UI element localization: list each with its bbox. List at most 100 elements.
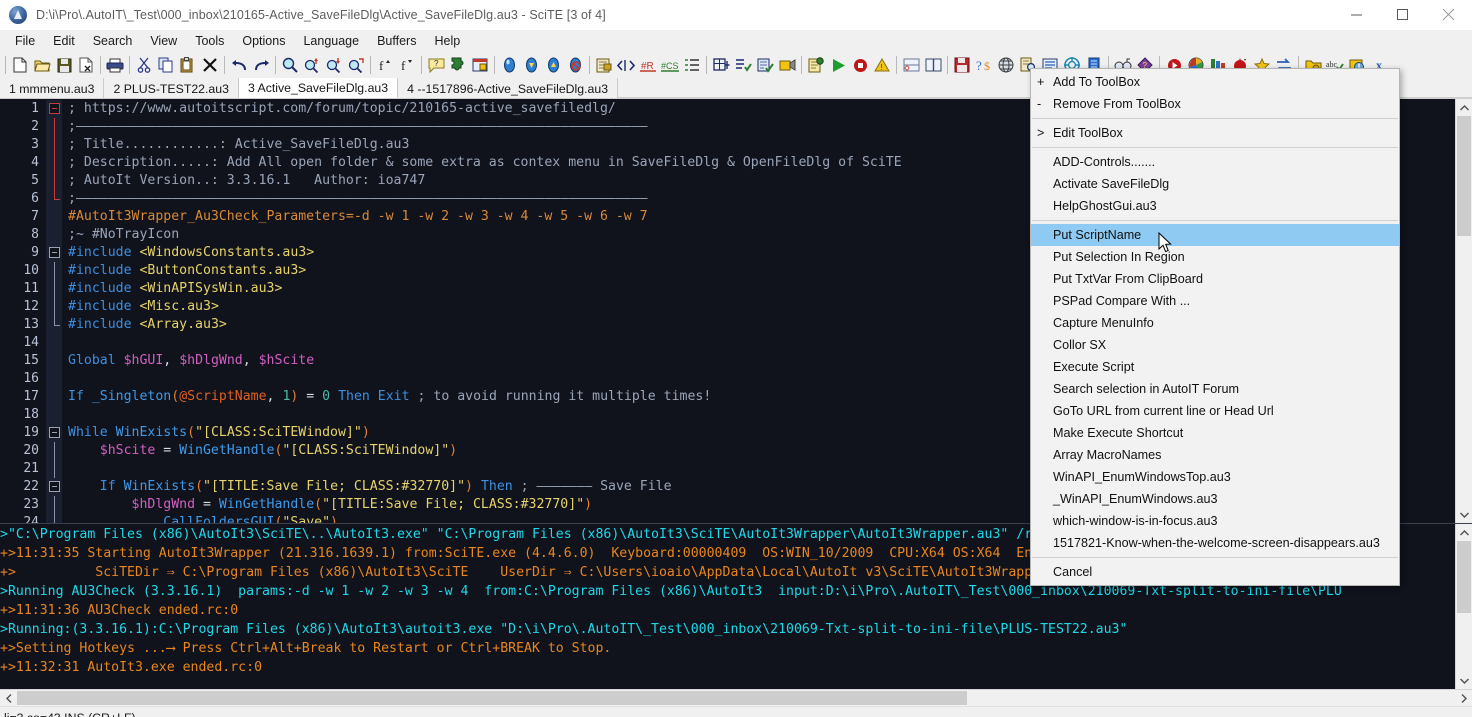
context-menu-item[interactable]: which-window-is-in-focus.au3 bbox=[1031, 510, 1399, 532]
find-prev-icon[interactable] bbox=[323, 54, 345, 76]
list-indent-icon[interactable] bbox=[681, 54, 703, 76]
func-down-icon[interactable]: f bbox=[396, 54, 418, 76]
context-menu-item[interactable]: PSPad Compare With ... bbox=[1031, 290, 1399, 312]
console-scroll-track[interactable] bbox=[1456, 541, 1472, 672]
context-menu-item[interactable]: +Add To ToolBox bbox=[1031, 71, 1399, 93]
au3-money-icon[interactable]: ?$ bbox=[973, 54, 995, 76]
menu-help[interactable]: Help bbox=[425, 32, 469, 50]
fold-margin[interactable] bbox=[46, 154, 62, 172]
fold-margin[interactable] bbox=[46, 334, 62, 352]
menu-tools[interactable]: Tools bbox=[186, 32, 233, 50]
scroll-up-arrow[interactable] bbox=[1456, 99, 1472, 116]
menu-edit[interactable]: Edit bbox=[44, 32, 84, 50]
check-list-icon[interactable] bbox=[754, 54, 776, 76]
fold-margin[interactable] bbox=[46, 190, 62, 208]
hscroll-track[interactable] bbox=[17, 690, 1455, 706]
menu-options[interactable]: Options bbox=[233, 32, 294, 50]
grid-insert-icon[interactable] bbox=[710, 54, 732, 76]
paint-tool-icon[interactable] bbox=[776, 54, 798, 76]
find-icon[interactable] bbox=[279, 54, 301, 76]
fold-margin[interactable] bbox=[46, 136, 62, 154]
fold-toggle-icon[interactable] bbox=[49, 103, 60, 114]
fold-margin[interactable] bbox=[46, 280, 62, 298]
save-close-icon[interactable] bbox=[75, 54, 97, 76]
console-vertical-scrollbar[interactable] bbox=[1455, 524, 1472, 689]
hscroll-thumb[interactable] bbox=[17, 691, 967, 705]
tab-buffer-3[interactable]: 3 Active_SaveFileDlg.au3 bbox=[239, 78, 398, 98]
context-menu-item[interactable]: HelpGhostGui.au3 bbox=[1031, 195, 1399, 217]
console-scroll-down-arrow[interactable] bbox=[1456, 672, 1472, 689]
fold-margin[interactable] bbox=[46, 406, 62, 424]
save-icon[interactable] bbox=[53, 54, 75, 76]
context-menu-item[interactable]: Search selection in AutoIT Forum bbox=[1031, 378, 1399, 400]
menu-search[interactable]: Search bbox=[84, 32, 142, 50]
replace-icon[interactable] bbox=[345, 54, 367, 76]
fold-margin[interactable] bbox=[46, 460, 62, 478]
context-menu-item[interactable]: _WinAPI_EnumWindows.au3 bbox=[1031, 488, 1399, 510]
globe-icon[interactable] bbox=[995, 54, 1017, 76]
context-menu-item[interactable]: Activate SaveFileDlg bbox=[1031, 173, 1399, 195]
tab-buffer-2[interactable]: 2 PLUS-TEST22.au3 bbox=[104, 78, 239, 98]
context-menu-item[interactable]: Cancel bbox=[1031, 561, 1399, 583]
fold-margin[interactable] bbox=[46, 244, 62, 262]
fold-margin[interactable] bbox=[46, 262, 62, 280]
editor-vertical-scrollbar[interactable] bbox=[1455, 99, 1472, 523]
fold-toggle-icon[interactable] bbox=[49, 427, 60, 438]
context-menu-item[interactable]: Collor SX bbox=[1031, 334, 1399, 356]
console-scroll-thumb[interactable] bbox=[1457, 541, 1471, 613]
menu-buffers[interactable]: Buffers bbox=[368, 32, 425, 50]
regex-cs-icon[interactable]: #CS bbox=[659, 54, 681, 76]
fold-margin[interactable] bbox=[46, 172, 62, 190]
context-menu-item[interactable]: WinAPI_EnumWindowsTop.au3 bbox=[1031, 466, 1399, 488]
menu-view[interactable]: View bbox=[141, 32, 186, 50]
fold-toggle-icon[interactable] bbox=[49, 247, 60, 258]
context-menu-item[interactable]: Put TxtVar From ClipBoard bbox=[1031, 268, 1399, 290]
blue-down-icon[interactable] bbox=[520, 54, 542, 76]
copy-icon[interactable] bbox=[155, 54, 177, 76]
fold-margin[interactable] bbox=[46, 388, 62, 406]
fold-margin[interactable] bbox=[46, 226, 62, 244]
menu-file[interactable]: File bbox=[6, 32, 44, 50]
tab-buffer-1[interactable]: 1 mmmenu.au3 bbox=[0, 78, 104, 98]
fold-margin[interactable] bbox=[46, 442, 62, 460]
tab-buffer-4[interactable]: 4 --1517896-Active_SaveFileDlg.au3 bbox=[398, 78, 618, 98]
open-folder-icon[interactable] bbox=[31, 54, 53, 76]
context-menu-item[interactable]: 1517821-Know-when-the-welcome-screen-dis… bbox=[1031, 532, 1399, 554]
console-horizontal-scrollbar[interactable] bbox=[0, 689, 1472, 706]
script-lock-icon[interactable] bbox=[593, 54, 615, 76]
warn-icon[interactable]: ! bbox=[871, 54, 893, 76]
fold-margin[interactable] bbox=[46, 424, 62, 442]
compile-icon[interactable] bbox=[805, 54, 827, 76]
stop-red-icon[interactable] bbox=[849, 54, 871, 76]
find-next-icon[interactable] bbox=[301, 54, 323, 76]
editor-scroll-thumb[interactable] bbox=[1457, 116, 1471, 236]
fold-margin[interactable] bbox=[46, 478, 62, 496]
blue-up-icon[interactable] bbox=[542, 54, 564, 76]
func-up-icon[interactable]: f bbox=[374, 54, 396, 76]
fold-margin[interactable] bbox=[46, 118, 62, 136]
list-check-icon[interactable] bbox=[732, 54, 754, 76]
fold-margin[interactable] bbox=[46, 514, 62, 523]
scroll-down-arrow[interactable] bbox=[1456, 506, 1472, 523]
fold-margin[interactable] bbox=[46, 496, 62, 514]
context-menu-item[interactable]: >Edit ToolBox bbox=[1031, 122, 1399, 144]
tooltip-icon[interactable]: ? bbox=[425, 54, 447, 76]
context-menu-item[interactable]: GoTo URL from current line or Head Url bbox=[1031, 400, 1399, 422]
code-tags-icon[interactable] bbox=[615, 54, 637, 76]
split-pane-icon[interactable] bbox=[900, 54, 922, 76]
editor-scroll-track[interactable] bbox=[1456, 116, 1472, 506]
window-tool-icon[interactable] bbox=[469, 54, 491, 76]
hscroll-right-arrow[interactable] bbox=[1455, 690, 1472, 706]
context-menu-item[interactable]: Put ScriptName bbox=[1031, 224, 1399, 246]
context-menu-item[interactable]: -Remove From ToolBox bbox=[1031, 93, 1399, 115]
run-green-icon[interactable] bbox=[827, 54, 849, 76]
hscroll-left-arrow[interactable] bbox=[0, 690, 17, 706]
context-menu-item[interactable]: Make Execute Shortcut bbox=[1031, 422, 1399, 444]
fold-toggle-icon[interactable] bbox=[49, 481, 60, 492]
new-file-icon[interactable] bbox=[9, 54, 31, 76]
console-scroll-up-arrow[interactable] bbox=[1456, 524, 1472, 541]
fold-margin[interactable] bbox=[46, 298, 62, 316]
fold-margin[interactable] bbox=[46, 316, 62, 334]
regex-r-icon[interactable]: #R bbox=[637, 54, 659, 76]
redo-icon[interactable] bbox=[250, 54, 272, 76]
